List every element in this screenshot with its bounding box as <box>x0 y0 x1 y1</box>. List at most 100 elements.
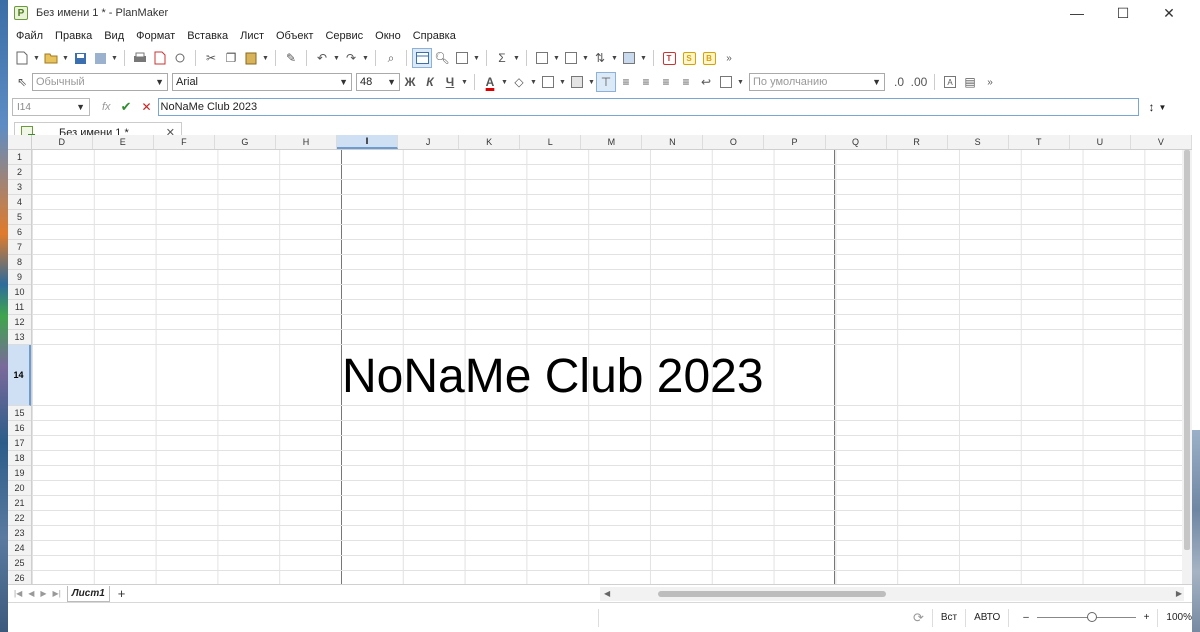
scroll-right-icon[interactable]: ▶ <box>1176 587 1182 601</box>
column-header-n[interactable]: N <box>642 135 704 149</box>
row-header-2[interactable]: 2 <box>8 165 31 180</box>
prev-sheet-icon[interactable]: ◀ <box>28 589 34 598</box>
search-icon[interactable]: ⌕ <box>381 48 401 68</box>
freeze-dropdown-icon[interactable]: ▼ <box>472 48 481 68</box>
paste-icon[interactable] <box>241 48 261 68</box>
text-frame-icon[interactable]: A <box>940 72 960 92</box>
spreadsheet-grid[interactable]: DEFGHIJKLMNOPQRSTUV 1 2 3 4 5 6 7 8 9 10 11 12 13 14 1… <box>8 135 1192 584</box>
toolbar-overflow-icon[interactable]: » <box>719 48 739 68</box>
column-header-e[interactable]: E <box>93 135 154 149</box>
text-style-t-icon[interactable]: T <box>659 48 679 68</box>
wrap-text-icon[interactable]: ↩ <box>696 72 716 92</box>
font-color-dropdown-icon[interactable]: ▼ <box>500 72 509 92</box>
more-tools-icon[interactable]: ▤ <box>960 72 980 92</box>
object-icon[interactable] <box>619 48 639 68</box>
insert-table-icon[interactable] <box>561 48 581 68</box>
chevron-down-icon[interactable]: ▼ <box>1159 103 1167 112</box>
next-sheet-icon[interactable]: ▶ <box>40 589 46 598</box>
align-left-icon[interactable]: ≡ <box>616 72 636 92</box>
row-header-8[interactable]: 8 <box>8 255 31 270</box>
toolbar-overflow-icon[interactable]: » <box>980 72 1000 92</box>
column-header-o[interactable]: O <box>703 135 765 149</box>
row-header-23[interactable]: 23 <box>8 526 31 541</box>
table-dropdown-icon[interactable]: ▼ <box>581 48 590 68</box>
row-header-11[interactable]: 11 <box>8 300 31 315</box>
bold-button[interactable]: Ж <box>400 72 420 92</box>
row-header-10[interactable]: 10 <box>8 285 31 300</box>
vertical-scrollbar[interactable] <box>1182 150 1192 584</box>
vertical-align-top-icon[interactable]: ⊤ <box>596 72 616 92</box>
horizontal-scrollbar[interactable]: ◀ ▶ <box>600 586 1184 601</box>
close-window-button[interactable]: ✕ <box>1146 0 1192 26</box>
column-header-v[interactable]: V <box>1131 135 1192 149</box>
zoom-out-button[interactable]: – <box>1023 612 1029 623</box>
underline-button[interactable]: Ч <box>440 72 460 92</box>
minimize-button[interactable]: — <box>1054 0 1100 26</box>
text-style-s-icon[interactable]: S <box>679 48 699 68</box>
select-all-corner[interactable] <box>8 135 32 149</box>
cell-shading-icon[interactable] <box>567 72 587 92</box>
column-header-p[interactable]: P <box>764 135 826 149</box>
text-style-b-icon[interactable]: B <box>699 48 719 68</box>
column-header-f[interactable]: F <box>154 135 215 149</box>
open-dropdown-icon[interactable]: ▼ <box>61 48 70 68</box>
fill-color-dropdown-icon[interactable]: ▼ <box>529 72 538 92</box>
column-header-q[interactable]: Q <box>826 135 887 149</box>
menu-file[interactable]: Файл <box>10 30 49 42</box>
menu-insert[interactable]: Вставка <box>181 30 234 42</box>
menu-object[interactable]: Объект <box>270 30 319 42</box>
align-right-icon[interactable]: ≡ <box>656 72 676 92</box>
column-header-r[interactable]: R <box>887 135 948 149</box>
row-header-18[interactable]: 18 <box>8 451 31 466</box>
calc-mode-indicator[interactable]: АВТО <box>974 612 1000 623</box>
row-header-20[interactable]: 20 <box>8 481 31 496</box>
row-header-3[interactable]: 3 <box>8 180 31 195</box>
row-header-1[interactable]: 1 <box>8 150 31 165</box>
row-header-9[interactable]: 9 <box>8 270 31 285</box>
row-header-5[interactable]: 5 <box>8 210 31 225</box>
open-folder-icon[interactable] <box>41 48 61 68</box>
redo-dropdown-icon[interactable]: ▼ <box>361 48 370 68</box>
sort-icon[interactable]: ⇅ <box>590 48 610 68</box>
freeze-panes-icon[interactable] <box>452 48 472 68</box>
menu-tools[interactable]: Сервис <box>319 30 369 42</box>
zoom-icon[interactable]: 🔍︎ <box>432 48 452 68</box>
row-header-15[interactable]: 15 <box>8 406 31 421</box>
recalc-icon[interactable]: ⟳ <box>913 610 924 626</box>
save-all-icon[interactable] <box>90 48 110 68</box>
cut-icon[interactable]: ✂ <box>201 48 221 68</box>
chart-dropdown-icon[interactable]: ▼ <box>552 48 561 68</box>
column-header-s[interactable]: S <box>948 135 1009 149</box>
row-header-22[interactable]: 22 <box>8 511 31 526</box>
column-header-l[interactable]: L <box>520 135 582 149</box>
menu-help[interactable]: Справка <box>407 30 462 42</box>
column-header-u[interactable]: U <box>1070 135 1131 149</box>
scroll-left-icon[interactable]: ◀ <box>604 587 610 601</box>
export-pdf-icon[interactable] <box>150 48 170 68</box>
underline-dropdown-icon[interactable]: ▼ <box>460 72 469 92</box>
cell-reference-box[interactable]: I14 ▼ <box>12 98 90 116</box>
print-icon[interactable] <box>130 48 150 68</box>
formula-input[interactable]: NoNaMe Club 2023 <box>157 98 1139 116</box>
row-header-19[interactable]: 19 <box>8 466 31 481</box>
add-sheet-button[interactable]: + <box>118 586 126 601</box>
column-header-g[interactable]: G <box>215 135 276 149</box>
normal-view-icon[interactable] <box>412 48 432 68</box>
column-header-h[interactable]: H <box>276 135 338 149</box>
align-center-icon[interactable]: ≡ <box>636 72 656 92</box>
row-header-7[interactable]: 7 <box>8 240 31 255</box>
borders-icon[interactable] <box>538 72 558 92</box>
first-sheet-icon[interactable]: |◀ <box>14 589 22 598</box>
horizontal-scroll-thumb[interactable] <box>658 590 886 597</box>
merge-cells-icon[interactable] <box>716 72 736 92</box>
column-header-t[interactable]: T <box>1009 135 1070 149</box>
maximize-button[interactable]: ☐ <box>1100 0 1146 26</box>
row-header-25[interactable]: 25 <box>8 556 31 571</box>
insert-mode-indicator[interactable]: Вст <box>941 612 957 623</box>
row-header-24[interactable]: 24 <box>8 541 31 556</box>
menu-edit[interactable]: Правка <box>49 30 98 42</box>
save-icon[interactable] <box>70 48 90 68</box>
row-header-14[interactable]: 14 <box>8 345 31 406</box>
paste-dropdown-icon[interactable]: ▼ <box>261 48 270 68</box>
format-painter-icon[interactable]: ✎ <box>281 48 301 68</box>
